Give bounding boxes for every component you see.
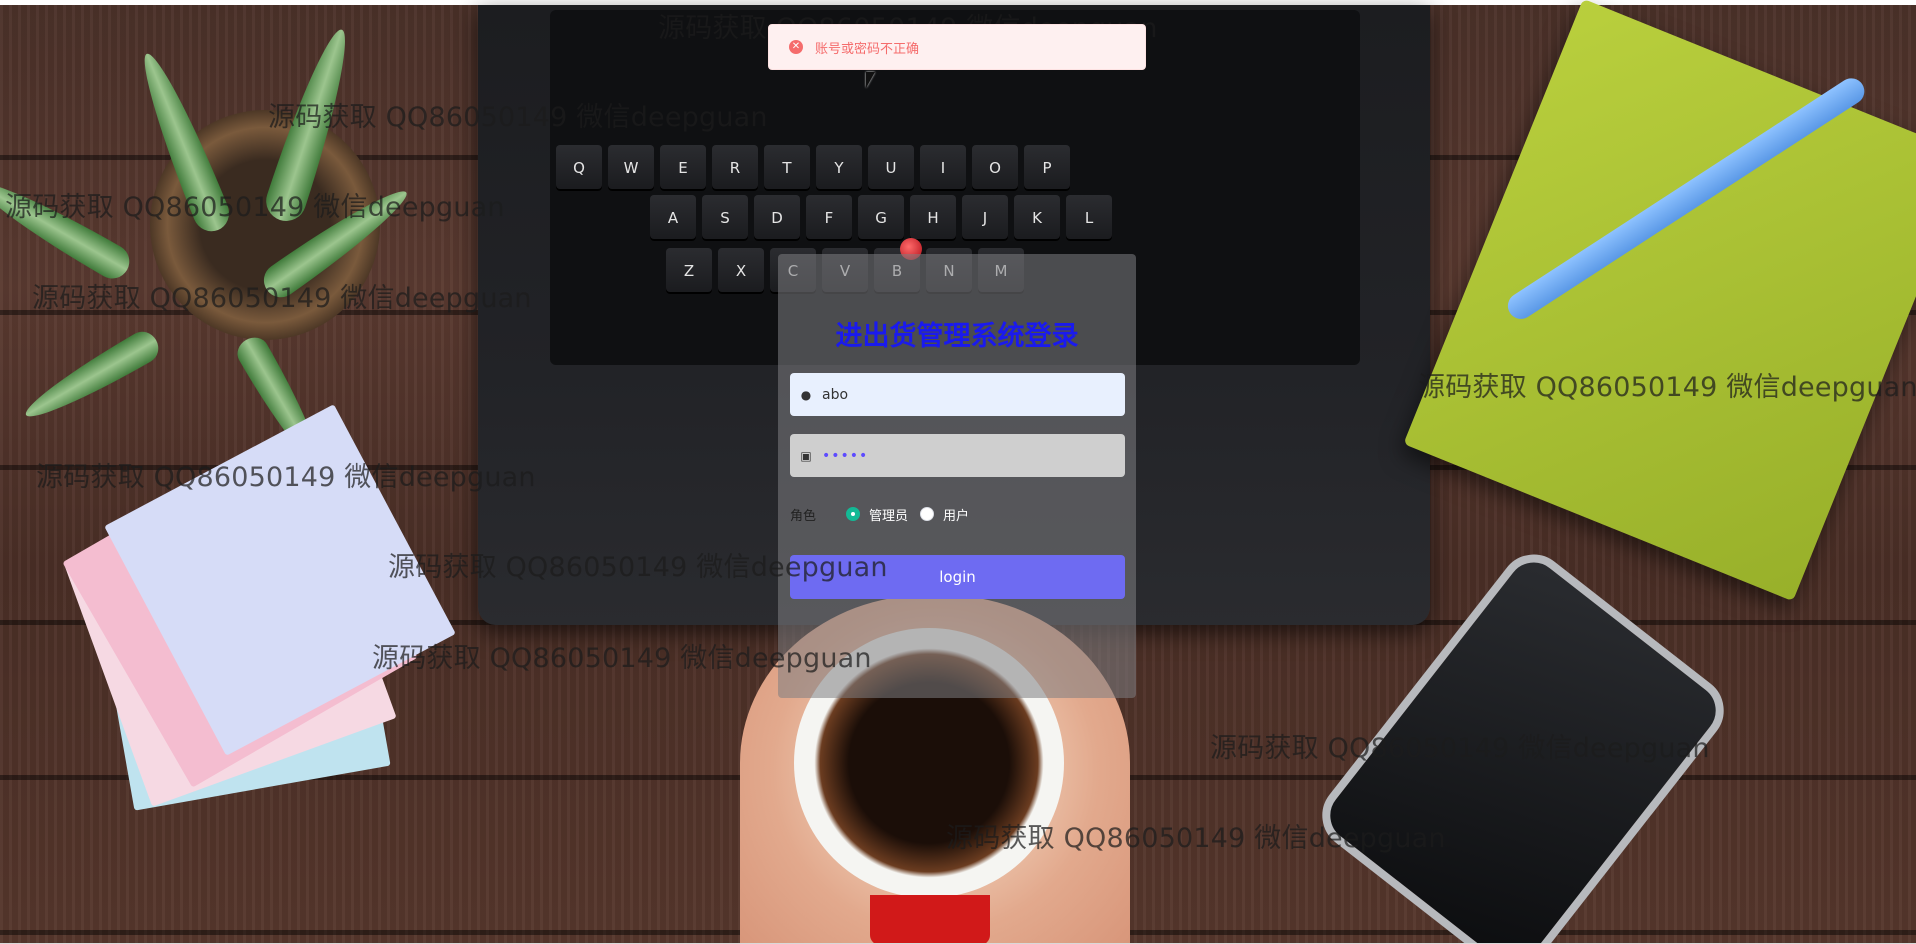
- lock-icon: ▣: [800, 448, 812, 463]
- mouse-cursor-icon: [866, 72, 875, 88]
- radio-checked-icon[interactable]: [846, 507, 861, 521]
- key: H: [910, 195, 956, 241]
- key: X: [718, 248, 764, 294]
- role-option-admin[interactable]: 管理员: [846, 505, 908, 524]
- key: A: [650, 195, 696, 241]
- username-input[interactable]: [822, 386, 1102, 403]
- role-option-label: 用户: [943, 508, 970, 524]
- role-option-user[interactable]: 用户: [920, 505, 969, 524]
- error-message: 账号或密码不正确: [815, 41, 920, 57]
- key: R: [712, 145, 758, 191]
- key: U: [868, 145, 914, 191]
- key: L: [1066, 195, 1112, 241]
- key: F: [806, 195, 852, 241]
- key: T: [764, 145, 810, 191]
- username-field[interactable]: ●: [790, 373, 1125, 416]
- password-input[interactable]: •••••: [822, 448, 1102, 464]
- key: I: [920, 145, 966, 191]
- key: O: [972, 145, 1018, 191]
- key: D: [754, 195, 800, 241]
- key: Z: [666, 248, 712, 294]
- role-option-label: 管理员: [869, 508, 909, 524]
- key: P: [1024, 145, 1070, 191]
- key: S: [702, 195, 748, 241]
- key: J: [962, 195, 1008, 241]
- error-toast: ✕ 账号或密码不正确: [768, 24, 1146, 70]
- key: Y: [816, 145, 862, 191]
- password-field[interactable]: ▣ •••••: [790, 434, 1125, 477]
- error-circle-icon: ✕: [789, 40, 803, 54]
- key: K: [1014, 195, 1060, 241]
- radio-unchecked-icon[interactable]: [920, 507, 935, 521]
- key: G: [858, 195, 904, 241]
- keyboard-row: A S D F G H J K L: [650, 195, 1112, 241]
- role-selector: 角色 管理员 用户: [790, 504, 981, 524]
- cup-saucer-image: [870, 895, 990, 944]
- keyboard-row: Q W E R T Y U I O P: [556, 145, 1070, 191]
- login-page: Q W E R T Y U I O P A S D F G H J K L Z …: [0, 0, 1916, 944]
- key: W: [608, 145, 654, 191]
- key: E: [660, 145, 706, 191]
- page-title: 进出货管理系统登录: [835, 321, 1079, 352]
- role-label: 角色: [790, 508, 817, 524]
- login-button[interactable]: login: [790, 555, 1125, 599]
- key: Q: [556, 145, 602, 191]
- user-icon: ●: [800, 387, 812, 402]
